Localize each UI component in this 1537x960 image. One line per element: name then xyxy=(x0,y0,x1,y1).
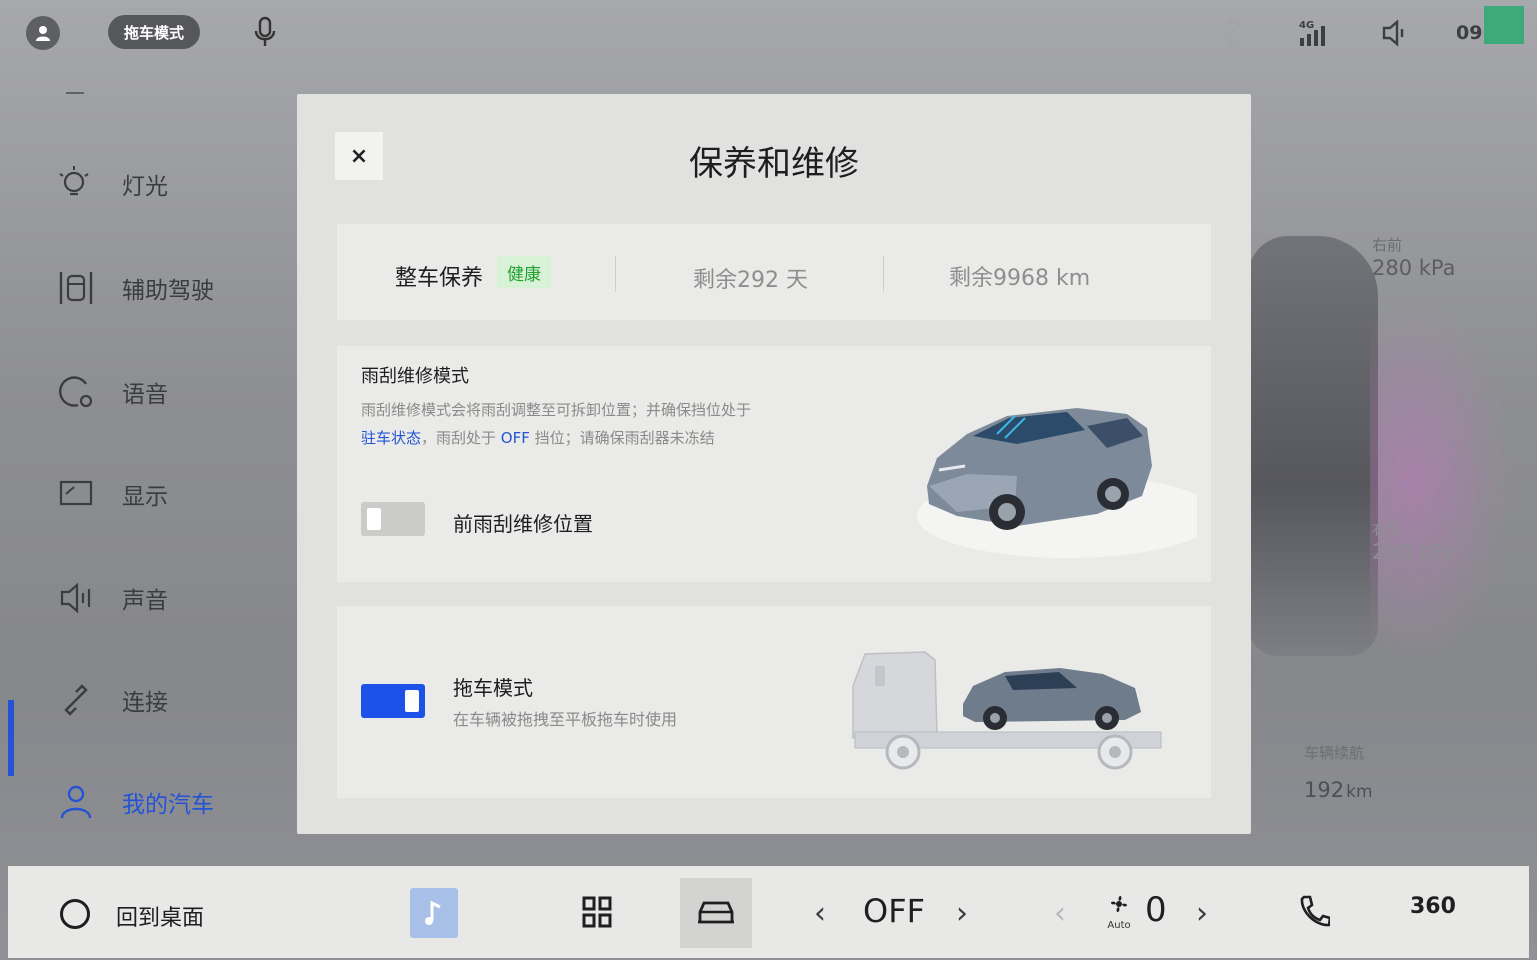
range-value: 192 km xyxy=(1304,778,1373,802)
sidebar-item-label: 辅助驾驶 xyxy=(122,278,214,304)
maintenance-card: 整车保养 健康 剩余292 天 剩余9968 km xyxy=(337,224,1211,320)
tow-mode-toggle[interactable] xyxy=(361,684,425,718)
active-indicator xyxy=(8,700,14,776)
wiper-section-title: 雨刮维修模式 xyxy=(361,366,469,387)
ambient-light-glow xyxy=(1370,300,1510,660)
bluetooth-icon xyxy=(1218,17,1244,52)
sidebar-item-sound[interactable]: 声音 xyxy=(0,558,300,638)
speaker-icon xyxy=(56,578,96,618)
wiper-desc-mid: ，雨刮处于 xyxy=(421,429,501,447)
rear-right-tire-label: 右后 xyxy=(1372,520,1403,538)
phone-icon[interactable] xyxy=(1298,894,1330,928)
cellular-signal-icon: 4G xyxy=(1296,18,1330,52)
fan-icon: Auto xyxy=(1102,892,1136,932)
divider xyxy=(66,92,84,94)
sidebar-item-lights[interactable]: 灯光 xyxy=(0,144,300,224)
sidebar-item-label: 语音 xyxy=(122,382,168,408)
sidebar-item-connection[interactable]: 连接 xyxy=(0,660,300,740)
bulb-icon xyxy=(56,164,96,204)
front-right-tire-pressure: 280 kPa xyxy=(1372,256,1456,280)
wiper-desc-end: 挡位；请确保雨刮器未冻结 xyxy=(529,429,715,447)
tow-mode-status-pill[interactable]: 拖车模式 xyxy=(108,15,200,49)
voice-icon xyxy=(56,372,96,412)
wiper-desc-line1: 雨刮维修模式会将雨刮调整至可拆卸位置；并确保挡位处于 xyxy=(361,401,752,419)
tow-mode-card: 拖车模式 在车辆被拖拽至平板拖车时使用 xyxy=(337,606,1211,798)
car-icon xyxy=(698,901,734,924)
divider xyxy=(883,256,884,292)
rear-right-tire-pressure: 280 kPa xyxy=(1372,540,1456,564)
status-badge: 健康 xyxy=(497,256,551,288)
front-wiper-service-label: 前雨刮维修位置 xyxy=(453,512,593,536)
bottom-dock: 回到桌面 ‹ OFF › ‹ Auto 0 › 360 xyxy=(8,866,1529,958)
flatbed-truck-illustration xyxy=(852,651,1162,770)
front-wiper-service-toggle[interactable] xyxy=(361,502,425,536)
home-button[interactable]: 回到桌面 xyxy=(116,900,204,932)
sidebar-item-label: 声音 xyxy=(122,588,168,614)
dialog-title: 保养和维修 xyxy=(689,144,859,184)
days-remaining: 剩余292 天 xyxy=(693,268,808,293)
fan-increase-button[interactable]: › xyxy=(1196,896,1208,931)
toggle-knob xyxy=(367,508,381,530)
sidebar-item-label: 灯光 xyxy=(122,174,168,200)
range-unit: km xyxy=(1346,782,1373,802)
ac-increase-button[interactable]: › xyxy=(956,896,968,931)
km-remaining: 剩余9968 km xyxy=(949,266,1091,291)
range-number: 192 xyxy=(1304,778,1345,802)
status-indicator xyxy=(1484,6,1524,44)
music-app-button[interactable] xyxy=(410,888,458,938)
display-icon xyxy=(56,474,96,514)
sidebar-item-label: 连接 xyxy=(122,690,168,716)
tow-mode-description: 在车辆被拖拽至平板拖车时使用 xyxy=(453,710,678,729)
wiper-service-card: 雨刮维修模式 雨刮维修模式会将雨刮调整至可拆卸位置；并确保挡位处于 驻车状态，雨… xyxy=(337,346,1211,582)
sidebar-item-driver-assist[interactable]: 辅助驾驶 xyxy=(0,248,300,328)
user-avatar-icon[interactable] xyxy=(26,16,60,50)
toggle-knob xyxy=(405,690,419,712)
car-settings-button[interactable] xyxy=(680,878,752,948)
camera-360-button[interactable]: 360 xyxy=(1410,894,1456,919)
fan-decrease-button[interactable]: ‹ xyxy=(1054,896,1066,931)
car-illustration xyxy=(917,408,1197,558)
camera-360-label: 360 xyxy=(1410,894,1456,919)
microphone-icon[interactable] xyxy=(252,16,278,48)
person-icon xyxy=(56,782,96,822)
network-type-text: 4G xyxy=(1299,20,1314,31)
fan-mode-label: Auto xyxy=(1107,920,1131,931)
sidebar-item-label: 显示 xyxy=(122,484,168,510)
park-state-link: 驻车状态 xyxy=(361,429,422,447)
ac-status: OFF xyxy=(863,892,925,930)
sidebar-item-label: 我的汽车 xyxy=(122,792,214,818)
clock-time: 09 xyxy=(1456,22,1483,44)
maintenance-dialog: × 保养和维修 整车保养 健康 剩余292 天 剩余9968 km 雨刮维修模式… xyxy=(297,94,1251,834)
sidebar-item-my-car[interactable]: 我的汽车 xyxy=(0,762,300,842)
volume-icon[interactable] xyxy=(1380,18,1410,52)
car-illustration xyxy=(1248,236,1378,656)
maintenance-label: 整车保养 xyxy=(395,266,484,291)
off-position-text: OFF xyxy=(500,429,530,447)
music-note-icon xyxy=(425,900,441,925)
tow-mode-title: 拖车模式 xyxy=(453,676,533,700)
fan-level: 0 xyxy=(1145,890,1167,930)
wiper-description: 雨刮维修模式会将雨刮调整至可拆卸位置；并确保挡位处于 驻车状态，雨刮处于 OFF… xyxy=(361,396,881,452)
home-icon[interactable] xyxy=(60,899,90,929)
settings-sidebar: 灯光 辅助驾驶 语音 显示 声音 连接 我的汽车 xyxy=(0,64,300,864)
driver-assist-icon xyxy=(56,268,96,308)
front-right-tire-label: 右前 xyxy=(1372,236,1403,254)
range-label: 车辆续航 xyxy=(1304,744,1365,762)
apps-grid-icon[interactable] xyxy=(582,896,612,928)
sidebar-item-display[interactable]: 显示 xyxy=(0,454,300,534)
sidebar-item-voice[interactable]: 语音 xyxy=(0,352,300,432)
ac-decrease-button[interactable]: ‹ xyxy=(814,896,826,931)
link-icon xyxy=(56,680,96,720)
status-bar: 拖车模式 4G 09 xyxy=(0,0,1537,64)
divider xyxy=(615,256,616,292)
